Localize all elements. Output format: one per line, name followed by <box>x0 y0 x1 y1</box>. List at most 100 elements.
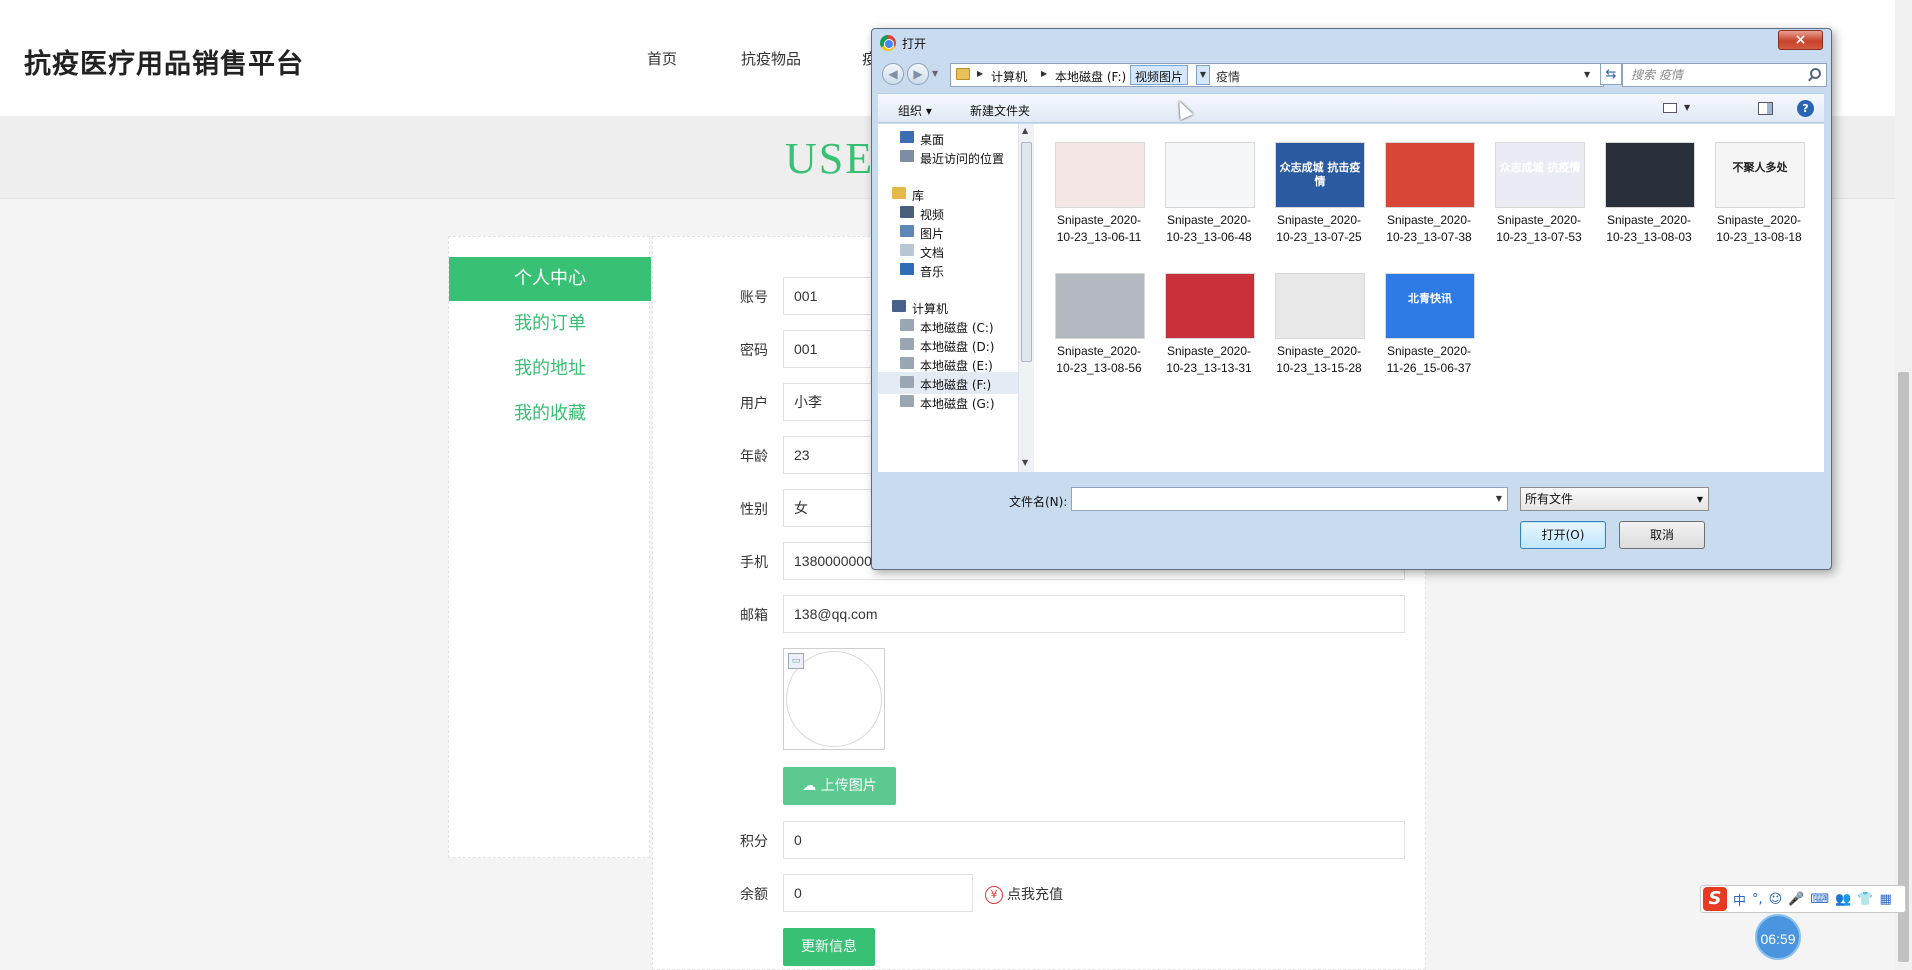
page-scrollbar[interactable] <box>1895 0 1912 970</box>
page-scrollbar-thumb[interactable] <box>1898 372 1909 962</box>
ime-keyboard-icon[interactable]: ⌨ <box>1810 892 1829 907</box>
file-name: Snipaste_2020- 10-23_13-08-03 <box>1596 212 1702 246</box>
drive-g-icon <box>900 395 914 407</box>
address-edit-text[interactable]: 疫情 <box>1216 68 1240 85</box>
tree-item-label: 本地磁盘 (G:) <box>920 397 995 411</box>
chrome-icon <box>880 35 896 51</box>
folder-tree-scrollbar[interactable]: ▲ ▼ <box>1018 124 1034 472</box>
ime-microphone-icon[interactable]: 🎤 <box>1788 892 1804 907</box>
file-item[interactable]: 众志成城 抗疫情 Snipaste_2020- 10-23_13-07-53 <box>1486 132 1592 257</box>
filename-dropdown-icon[interactable]: ▼ <box>1496 494 1502 503</box>
ime-toolbox-icon[interactable]: ▦ <box>1880 892 1892 907</box>
password-label: 密码 <box>740 343 768 359</box>
file-item[interactable]: Snipaste_2020- 10-23_13-13-31 <box>1156 263 1262 388</box>
file-name-line: 10-23_13-13-31 <box>1166 361 1252 375</box>
search-icon[interactable] <box>1810 68 1821 79</box>
ime-users-icon[interactable]: 👥 <box>1835 892 1851 907</box>
view-mode-icon[interactable] <box>1663 103 1677 113</box>
organize-button[interactable]: 组织 ▾ <box>898 102 932 119</box>
recharge-link[interactable]: ¥ 点我充值 <box>985 884 1063 904</box>
points-input[interactable]: 0 <box>783 821 1405 859</box>
file-name-line: Snipaste_2020- <box>1166 213 1252 227</box>
dialog-titlebar[interactable]: 打开 × <box>872 29 1831 57</box>
help-icon[interactable]: ? <box>1797 100 1814 117</box>
breadcrumb-computer[interactable]: 计算机 <box>991 68 1027 85</box>
refresh-icon[interactable]: ⇆ <box>1600 63 1622 85</box>
file-thumbnail <box>1275 273 1365 339</box>
nav-goods[interactable]: 抗疫物品 <box>741 48 801 69</box>
sogou-ime-logo[interactable]: S <box>1703 887 1727 911</box>
age-label: 年龄 <box>740 449 768 465</box>
video-icon <box>900 206 914 218</box>
dialog-navigation-bar: ◀ ▶ ▼ ▶ 计算机 ▶ 本地磁盘 (F:) ▶ 视频图片 ▼ 疫情 ▼ ↻ … <box>872 59 1831 89</box>
breadcrumb-video-images[interactable]: 视频图片 <box>1130 65 1189 85</box>
file-name-line: Snipaste_2020- <box>1606 213 1692 227</box>
file-item[interactable]: Snipaste_2020- 10-23_13-07-38 <box>1376 132 1482 257</box>
file-thumbnail: 众志成城 抗击疫情 <box>1275 142 1365 208</box>
file-name-line: Snipaste_2020- <box>1386 344 1472 358</box>
menu-my-favorites[interactable]: 我的收藏 <box>449 392 651 436</box>
dialog-search-input[interactable]: 搜索 疫情 <box>1622 63 1827 87</box>
folder-tree-scroll-thumb[interactable] <box>1021 142 1032 362</box>
balance-input[interactable]: 0 <box>783 874 973 912</box>
tree-item-recent[interactable]: 最近访问的位置 <box>878 146 1018 168</box>
file-thumbnail: 众志成城 抗疫情 <box>1495 142 1585 208</box>
tree-item-music[interactable]: 音乐 <box>878 259 1018 281</box>
file-item[interactable]: 众志成城 抗击疫情 Snipaste_2020- 10-23_13-07-25 <box>1266 132 1372 257</box>
cancel-button[interactable]: 取消 <box>1619 521 1705 549</box>
file-type-dropdown-icon[interactable]: ▼ <box>1697 489 1703 511</box>
tree-item-drive-g[interactable]: 本地磁盘 (G:) <box>878 391 1018 413</box>
back-arrow-icon[interactable]: ◀ <box>882 63 904 85</box>
crumb-separator-icon[interactable]: ▶ <box>1041 69 1047 78</box>
file-item[interactable]: Snipaste_2020- 10-23_13-08-03 <box>1596 132 1702 257</box>
forward-arrow-icon[interactable]: ▶ <box>907 63 929 85</box>
view-dropdown-icon[interactable]: ▼ <box>1684 103 1690 112</box>
site-logo[interactable]: 抗疫医疗用品销售平台 <box>24 42 304 81</box>
file-name-line: 10-23_13-08-03 <box>1606 230 1692 244</box>
file-thumbnail <box>1385 142 1475 208</box>
file-thumbnail <box>1165 142 1255 208</box>
file-item[interactable]: 不聚人多处 Snipaste_2020- 10-23_13-08-18 <box>1706 132 1812 257</box>
update-info-button[interactable]: 更新信息 <box>783 928 875 966</box>
history-dropdown-icon[interactable]: ▼ <box>932 69 938 78</box>
scroll-up-icon[interactable]: ▲ <box>1022 126 1028 135</box>
ime-punctuation-icon[interactable]: °, <box>1752 892 1763 907</box>
menu-my-address[interactable]: 我的地址 <box>449 347 651 391</box>
file-type-select[interactable]: 所有文件 ▼ <box>1520 487 1709 511</box>
nav-home[interactable]: 首页 <box>647 48 677 69</box>
filename-input[interactable]: ▼ <box>1071 487 1508 511</box>
crumb-separator-icon[interactable]: ▶ <box>977 69 983 78</box>
ime-skin-icon[interactable]: 👕 <box>1857 892 1873 907</box>
file-item[interactable]: Snipaste_2020- 10-23_13-06-11 <box>1046 132 1152 257</box>
ime-toolbar[interactable]: S 中 °, ☺ 🎤 ⌨ 👥 👕 ▦ <box>1700 885 1906 913</box>
address-dropdown-icon[interactable]: ▼ <box>1584 70 1590 79</box>
menu-my-orders[interactable]: 我的订单 <box>449 302 651 346</box>
file-name-line: 10-23_13-15-28 <box>1276 361 1362 375</box>
computer-icon <box>892 300 906 312</box>
file-open-dialog: 打开 × ◀ ▶ ▼ ▶ 计算机 ▶ 本地磁盘 (F:) ▶ 视频图片 ▼ 疫情… <box>871 28 1832 570</box>
scroll-down-icon[interactable]: ▼ <box>1022 458 1028 467</box>
breadcrumb-drive-f[interactable]: 本地磁盘 (F:) <box>1055 68 1126 85</box>
file-item[interactable]: Snipaste_2020- 10-23_13-15-28 <box>1266 263 1372 388</box>
file-thumbnail <box>1055 273 1145 339</box>
open-button[interactable]: 打开(O) <box>1520 521 1606 549</box>
file-item[interactable]: Snipaste_2020- 10-23_13-08-56 <box>1046 263 1152 388</box>
dialog-close-button[interactable]: × <box>1778 30 1823 50</box>
upload-image-button[interactable]: ☁ 上传图片 <box>783 767 896 805</box>
email-input[interactable]: 138@qq.com <box>783 595 1405 633</box>
drive-f-icon <box>900 376 914 388</box>
crumb-dropdown-icon[interactable]: ▼ <box>1196 65 1210 85</box>
avatar-preview: ▭ <box>783 648 885 750</box>
ime-chinese-mode[interactable]: 中 <box>1733 890 1746 909</box>
documents-icon <box>900 244 914 256</box>
preview-pane-icon[interactable] <box>1758 102 1773 115</box>
file-item[interactable]: Snipaste_2020- 10-23_13-06-48 <box>1156 132 1262 257</box>
address-bar[interactable]: ▶ 计算机 ▶ 本地磁盘 (F:) ▶ 视频图片 ▼ 疫情 ▼ <box>950 63 1604 87</box>
username-label: 用户 <box>740 396 768 412</box>
file-item[interactable]: 北青快讯 Snipaste_2020- 11-26_15-06-37 <box>1376 263 1482 388</box>
menu-personal-center[interactable]: 个人中心 <box>449 257 651 301</box>
new-folder-button[interactable]: 新建文件夹 <box>970 102 1030 119</box>
thumbnail-caption: 众志成城 抗疫情 <box>1499 161 1581 174</box>
balance-label: 余额 <box>740 887 768 903</box>
ime-emoji-icon[interactable]: ☺ <box>1769 892 1783 907</box>
